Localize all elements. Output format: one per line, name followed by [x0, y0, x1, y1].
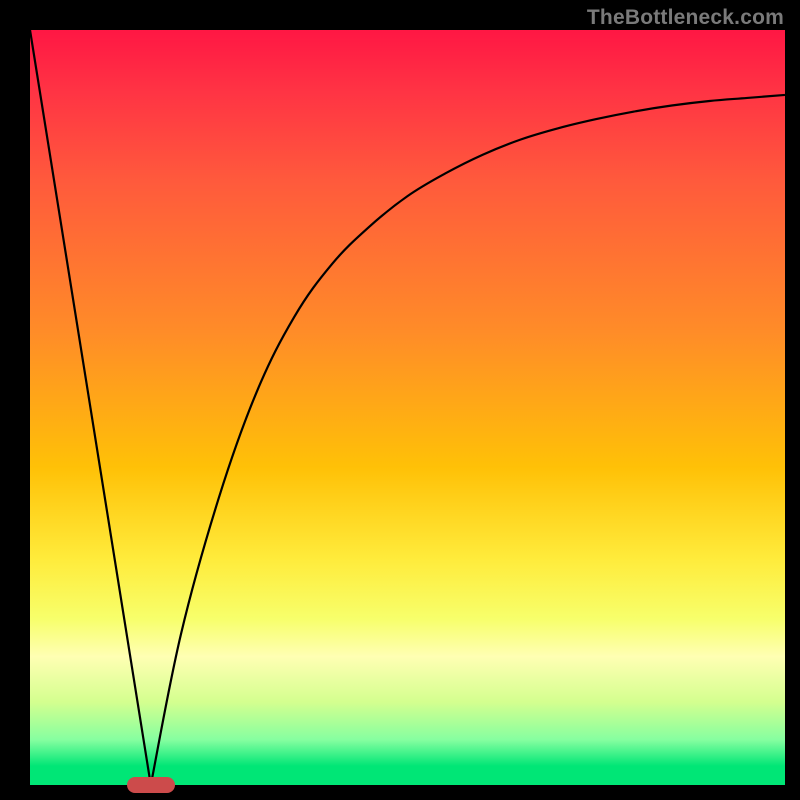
curve-layer [30, 30, 785, 785]
watermark-text: TheBottleneck.com [587, 6, 784, 30]
right-curve-line [151, 95, 785, 785]
plot-area [30, 30, 785, 785]
bottleneck-chart: TheBottleneck.com [0, 0, 800, 800]
left-leg-line [30, 30, 151, 785]
optimum-marker [127, 777, 175, 793]
